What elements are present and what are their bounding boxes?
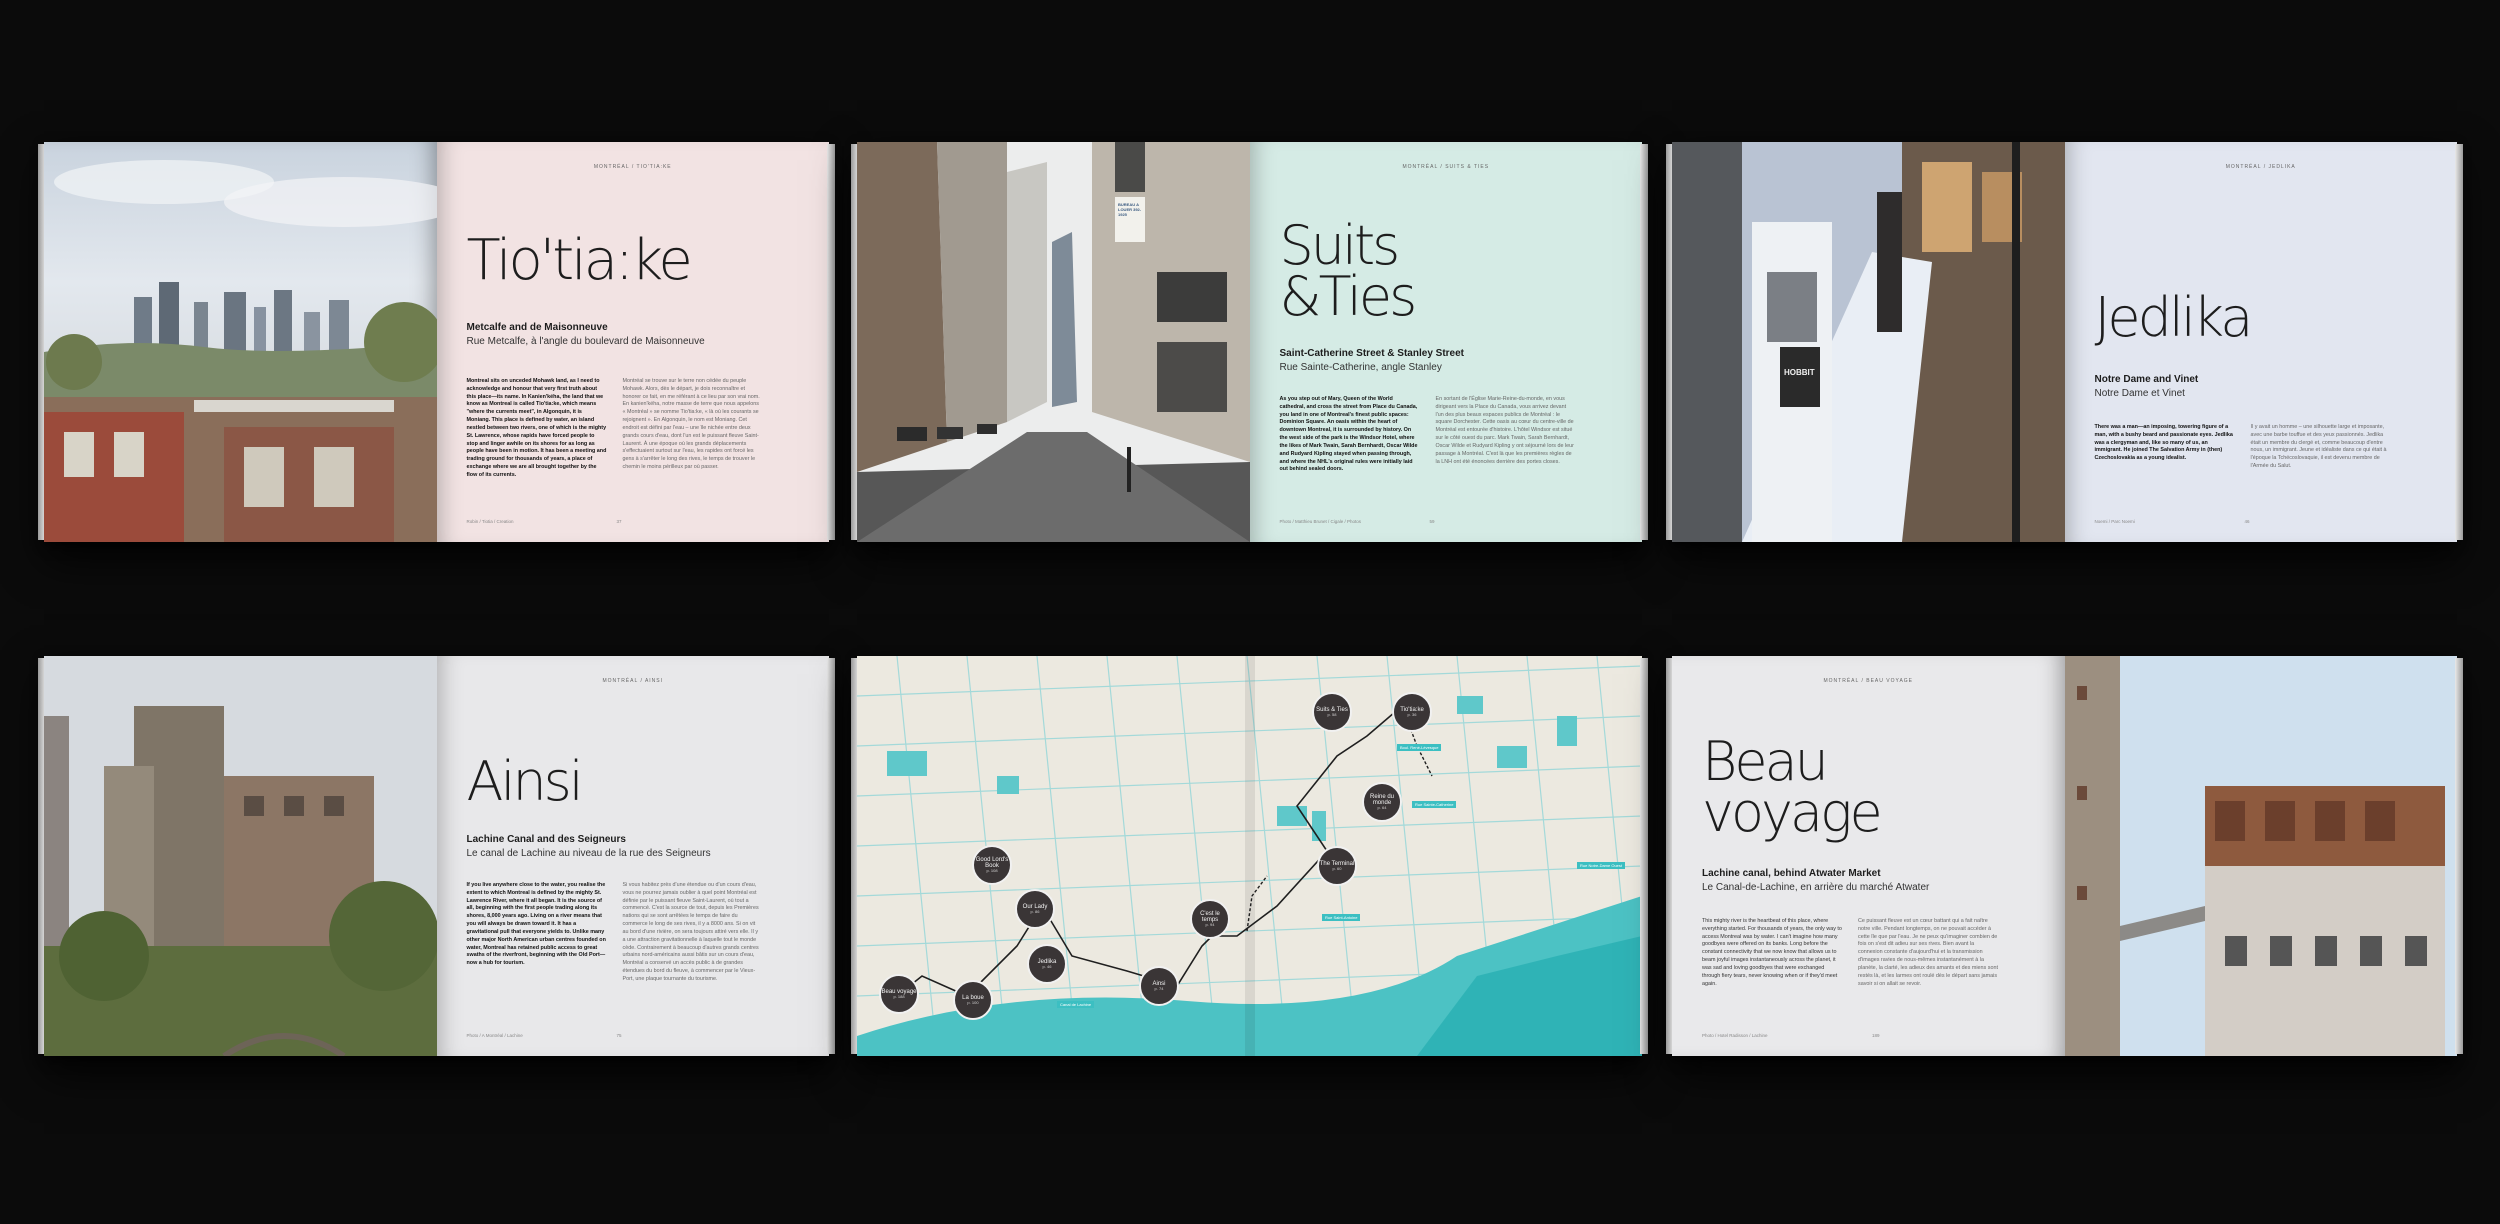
map-stop-reine-du-monde[interactable]: Reine du monde p. 64	[1362, 782, 1402, 822]
page-jedlika-text: Montréal / Jedlika Jedlika Notre Dame an…	[2064, 142, 2457, 542]
body-text-fr: Si vous habitez près d'une étendue ou d'…	[622, 882, 759, 982]
stop-page-ref: p. 188	[893, 994, 905, 1000]
body-text-fr: En sortant de l'Église Marie-Reine-du-mo…	[1435, 396, 1574, 465]
photo-grain-elevator	[44, 656, 437, 1056]
running-head: Montréal / Tio'tia:ke	[593, 164, 672, 170]
street-label: Boul. René-Lévesque	[1397, 744, 1442, 751]
chapter-location: Lachine canal, behind Atwater Market	[1702, 868, 1881, 879]
body-text-en: There was a man—an imposing, towering fi…	[2094, 424, 2233, 462]
walking-route-map: Suits & Ties p. 58 Tio'tia:ke p. 36 Reine …	[857, 656, 1642, 1056]
rental-sign-text: BUREAU A LOUER 392-1925	[1118, 202, 1142, 218]
chapter-location-fr: Le canal de Lachine au niveau de la rue …	[466, 848, 711, 859]
folio-left: Robin / Tiotia / Creation	[466, 519, 514, 524]
street-illustration	[857, 142, 1250, 542]
stop-page-ref: p. 100	[967, 1000, 979, 1006]
map-stop-good-lords-book[interactable]: Good Lord's Book p. 108	[972, 845, 1012, 885]
body-text-fr: Ce puissant fleuve est un cœur battant q…	[1858, 918, 1998, 987]
stop-page-ref: p. 60	[1332, 866, 1342, 872]
skyline-illustration	[44, 160, 437, 542]
elevator-illustration	[44, 656, 437, 1056]
chapter-location-fr: Rue Sainte-Catherine, angle Stanley	[1279, 362, 1442, 373]
stop-page-ref: p. 58	[1327, 712, 1337, 718]
chapter-location: Lachine Canal and des Seigneurs	[466, 834, 627, 845]
body-text-fr: Montréal se trouve sur le terre non cédé…	[622, 378, 760, 471]
stop-page-ref: p. 74	[1154, 986, 1164, 992]
book-ainsi: Montréal / Ainsi Ainsi Lachine Canal and…	[38, 656, 835, 1056]
page-tiotiake-text: Montréal / Tio'tia:ke Tio'tia:ke Metcalf…	[436, 142, 829, 542]
chapter-title: Tio'tia:ke	[466, 228, 693, 293]
poster-text: HOBBIT	[1784, 368, 1815, 377]
chapter-location-fr: Le Canal-de-Lachine, en arrière du march…	[1702, 882, 1930, 893]
chapter-title: Ainsi	[466, 750, 584, 813]
body-text-fr: Il y avait un homme – une silhouette lar…	[2250, 424, 2387, 470]
book-map: Suits & Ties p. 58 Tio'tia:ke p. 36 Reine …	[851, 656, 1648, 1056]
hobbit-poster	[1780, 347, 1820, 407]
photo-downtown-street: BUREAU A LOUER 392-1925	[857, 142, 1250, 542]
book-beau-voyage: Montréal / Beau voyage Beau voyage Lachi…	[1666, 656, 2463, 1056]
map-stop-our-lady[interactable]: Our Lady p. 86	[1015, 889, 1055, 929]
folio-left: Photo / Hotel Radisson / Lachine	[1702, 1033, 1768, 1038]
book-tiotiake: Montréal / Tio'tia:ke Tio'tia:ke Metcalf…	[38, 142, 835, 542]
chapter-title: Jedlika	[2094, 286, 2254, 349]
page-number: 59	[1429, 519, 1435, 524]
chapter-location: Saint-Catherine Street & Stanley Street	[1279, 348, 1465, 359]
chapter-location-fr: Notre Dame et Vinet	[2094, 388, 2185, 399]
map-stop-the-terminal[interactable]: The Terminal p. 60	[1317, 846, 1357, 886]
map-stop-cest-le-temps[interactable]: C'est le temps p. 94	[1190, 899, 1230, 939]
street-label: Rue Sainte-Catherine	[1412, 801, 1457, 808]
page-number: 75	[616, 1033, 622, 1038]
snow-illustration	[1672, 142, 2065, 542]
chapter-location-fr: Rue Metcalfe, à l'angle du boulevard de …	[466, 336, 705, 347]
stop-page-ref: p. 86	[1030, 909, 1040, 915]
page-number: 37	[616, 519, 622, 524]
page-number: 189	[1872, 1033, 1880, 1038]
street-label: Rue Notre-Dame Ouest	[1577, 862, 1626, 869]
running-head: Montréal / Jedlika	[2225, 164, 2296, 170]
stop-page-ref: p. 94	[1205, 922, 1215, 928]
stop-page-ref: p. 64	[1377, 805, 1387, 811]
page-number: 46	[2244, 519, 2250, 524]
map-stop-tiotiake[interactable]: Tio'tia:ke p. 36	[1392, 692, 1432, 732]
map-stop-ainsi[interactable]: Ainsi p. 74	[1139, 966, 1179, 1006]
body-text-en: This mighty river is the heartbeat of th…	[1702, 918, 1842, 987]
map-stop-la-boue[interactable]: La boue p. 100	[953, 980, 993, 1020]
body-text-en: As you step out of Mary, Queen of the Wo…	[1279, 396, 1418, 473]
folio-left: Noemi / Parc Noemi	[2094, 519, 2135, 524]
page-beau-voyage-text: Montréal / Beau voyage Beau voyage Lachi…	[1672, 656, 2065, 1056]
chapter-location: Notre Dame and Vinet	[2094, 374, 2199, 385]
body-text-en: Montreal sits on unceded Mohawk land, as…	[466, 378, 607, 478]
street-label: Rue Saint-Antoine	[1322, 914, 1361, 921]
map-stop-jedlika[interactable]: Jedlika p. 46	[1027, 944, 1067, 984]
chapter-title: Suits &Ties	[1279, 214, 1418, 329]
book-jedlika: HOBBIT Montréal / Jedlika Jedlika Notre …	[1666, 142, 2463, 542]
photo-montreal-skyline	[44, 142, 437, 542]
photo-snowy-street: HOBBIT	[1672, 142, 2065, 542]
map-stop-beau-voyage[interactable]: Beau voyage p. 188	[879, 974, 919, 1014]
stop-page-ref: p. 46	[1042, 964, 1052, 970]
folio-left: Photo / A Montréal / Lachine	[466, 1033, 523, 1038]
book-suits-ties: BUREAU A LOUER 392-1925 Montréal / Suits…	[851, 142, 1648, 542]
running-head: Montréal / Suits & Ties	[1402, 164, 1490, 170]
street-label: Canal de Lachine	[1057, 1001, 1095, 1008]
photo-rusty-silo	[2064, 656, 2457, 1056]
page-suits-text: Montréal / Suits & Ties Suits &Ties Sain…	[1249, 142, 1642, 542]
folio-left: Photo / Matthieu Brunet / Cigale / Photo…	[1279, 519, 1362, 524]
body-text-en: If you live anywhere close to the water,…	[466, 882, 606, 967]
chapter-location: Metcalfe and de Maisonneuve	[466, 322, 608, 333]
running-head: Montréal / Ainsi	[602, 678, 664, 684]
chapter-title: Beau voyage	[1702, 730, 1883, 845]
stop-page-ref: p. 36	[1407, 712, 1417, 718]
running-head: Montréal / Beau voyage	[1823, 678, 1913, 684]
stop-page-ref: p. 108	[986, 868, 998, 874]
page-ainsi-text: Montréal / Ainsi Ainsi Lachine Canal and…	[436, 656, 829, 1056]
map-stop-suits-ties[interactable]: Suits & Ties p. 58	[1312, 692, 1352, 732]
silo-illustration	[2064, 656, 2457, 1056]
